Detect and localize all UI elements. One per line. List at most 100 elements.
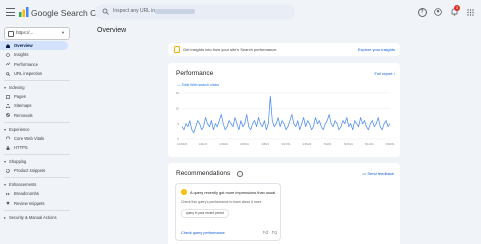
sidebar-item-label: Review snippets — [14, 200, 45, 206]
removals-icon — [6, 113, 10, 118]
redacted-property — [155, 9, 195, 14]
section-shopping[interactable]: ▾ Shopping — [0, 157, 74, 166]
sidebar-item-review-snippets[interactable]: Review snippets — [0, 198, 74, 207]
chevron-down-icon: ▼ — [61, 30, 65, 35]
section-title: Security & Manual Actions — [9, 214, 57, 220]
query-chip: query in your recent period — [181, 209, 229, 218]
x-tick-label: 6/30/24 — [386, 142, 395, 146]
insights-icon — [6, 53, 10, 57]
send-feedback-link[interactable]: ▭ Send feedback — [362, 171, 394, 176]
url-inspect-search[interactable]: Inspect any URL in — [95, 4, 295, 20]
performance-card: Performance Full report › — Total Web se… — [168, 63, 400, 157]
sidebar-item-label: URL inspection — [14, 71, 43, 77]
divider — [4, 177, 70, 179]
sidebar-item-insights[interactable]: Insights — [0, 50, 74, 59]
divider — [4, 154, 70, 156]
sidebar-item-label: Breadcrumbs — [14, 191, 39, 197]
section-enhancements[interactable]: ▾ Enhancements — [0, 180, 74, 189]
collapse-icon: ▾ — [4, 126, 7, 132]
sidebar-item-url-inspection[interactable]: URL inspection — [0, 69, 74, 78]
collapse-icon: ▾ — [4, 159, 7, 165]
expand-icon: ▸ — [4, 214, 7, 220]
y-tick-label: 15 — [176, 91, 180, 95]
search-icon — [6, 71, 10, 76]
performance-chart: 15 10 5 012/23/23 1/11/24 1/30/24 2/18/24 3/8/2… — [176, 91, 395, 146]
x-tick-label: 3/27/24 — [282, 142, 291, 146]
search-placeholder: Inspect any URL in — [113, 8, 156, 14]
thumbs-up-icon[interactable]: 👍︎ — [263, 230, 268, 236]
check-query-link[interactable]: Check query performance — [181, 231, 225, 235]
lightbulb-icon — [174, 46, 180, 53]
y-tick-label: 10 — [176, 107, 180, 111]
review-icon — [6, 201, 10, 205]
thumbs-down-icon[interactable]: 👎︎ — [272, 230, 277, 236]
sidebar-item-label: Sitemaps — [14, 103, 32, 109]
sidebar-item-https[interactable]: HTTPS — [0, 143, 74, 152]
section-security-manual-actions[interactable]: ▸ Security & Manual Actions — [0, 213, 74, 222]
collapse-icon: ▾ — [4, 182, 7, 188]
section-title: Enhancements — [9, 182, 37, 188]
y-tick-label: 5 — [177, 122, 179, 126]
notification-badge: 3 — [454, 5, 460, 11]
sidebar-item-label: Removals — [14, 112, 33, 118]
search-icon — [102, 8, 109, 15]
pages-icon — [6, 94, 10, 99]
help-button[interactable]: ? — [414, 5, 430, 19]
x-tick-label: 5/23/24 — [344, 142, 353, 146]
alert-icon: ! — [181, 189, 187, 195]
recommendation-title: A query recently got more impressions th… — [190, 190, 276, 195]
sidebar-item-pages[interactable]: Pages — [0, 92, 74, 101]
sidebar-item-sitemaps[interactable]: Sitemaps — [0, 101, 74, 110]
page-title: Overview — [97, 27, 127, 34]
apps-button[interactable] — [462, 5, 478, 19]
section-experience[interactable]: ▾ Experience — [0, 125, 74, 134]
sidebar-item-overview[interactable]: Overview — [0, 41, 68, 51]
sidebar-item-core-web-vitals[interactable]: Core Web Vitals — [0, 134, 74, 143]
tag-icon — [6, 168, 10, 173]
sidebar-item-label: Core Web Vitals — [14, 135, 45, 141]
sidebar-item-label: Product snippets — [14, 168, 46, 174]
search-console-logo — [19, 7, 29, 17]
sidebar-item-performance[interactable]: Performance — [0, 60, 74, 69]
sidebar-item-label: HTTPS — [14, 145, 28, 151]
trend-icon — [6, 62, 10, 66]
account-settings-button[interactable] — [430, 5, 446, 19]
section-title: Experience — [9, 126, 30, 132]
insights-text: Get insights into how your site's Search… — [183, 47, 277, 52]
recommendations-title: Recommendations — [176, 170, 231, 177]
home-icon — [6, 43, 10, 48]
sidebar-item-removals[interactable]: Removals — [0, 111, 74, 120]
x-tick-label: 12/23/23 — [177, 142, 188, 146]
sidebar-item-label: Performance — [14, 61, 38, 67]
menu-icon[interactable] — [6, 8, 15, 16]
x-tick-label: 1/11/24 — [199, 142, 208, 146]
divider — [4, 121, 70, 123]
top-bar: Google Search Console Inspect any URL in… — [0, 0, 481, 25]
insights-banner: Get insights into how your site's Search… — [168, 43, 400, 56]
x-tick-label: 3/8/24 — [262, 142, 270, 146]
sidebar-item-breadcrumbs[interactable]: Breadcrumbs — [0, 189, 74, 198]
recommendation-card: ! A query recently got more impressions … — [175, 183, 281, 241]
property-label: https://... — [16, 30, 34, 35]
info-icon[interactable]: i — [237, 171, 243, 177]
collapse-icon: ▾ — [4, 85, 7, 91]
sidebar: https://... ▼ Overview Insights Performa… — [0, 25, 74, 244]
recommendations-card: Recommendations i ▭ Send feedback ! A qu… — [168, 163, 400, 244]
apps-icon — [466, 8, 474, 16]
avatar-icon — [434, 8, 442, 16]
x-tick-label: 4/15/24 — [302, 142, 311, 146]
section-indexing[interactable]: ▾ Indexing — [0, 83, 74, 92]
help-icon: ? — [417, 7, 427, 17]
x-tick-label: 5/4/24 — [324, 142, 332, 146]
speed-icon — [6, 136, 10, 140]
sitemap-icon — [6, 103, 10, 108]
section-title: Shopping — [9, 159, 27, 165]
recommendation-description: Check this query's performance to learn … — [181, 200, 262, 204]
series-line-clicks — [181, 95, 391, 134]
explore-insights-link[interactable]: Explore your insights — [358, 47, 395, 52]
sidebar-item-label: Overview — [14, 43, 33, 49]
sidebar-item-product-snippets[interactable]: Product snippets — [0, 166, 74, 175]
divider — [4, 209, 70, 211]
property-selector[interactable]: https://... ▼ — [4, 27, 70, 40]
notifications-button[interactable]: 3 — [446, 5, 462, 19]
